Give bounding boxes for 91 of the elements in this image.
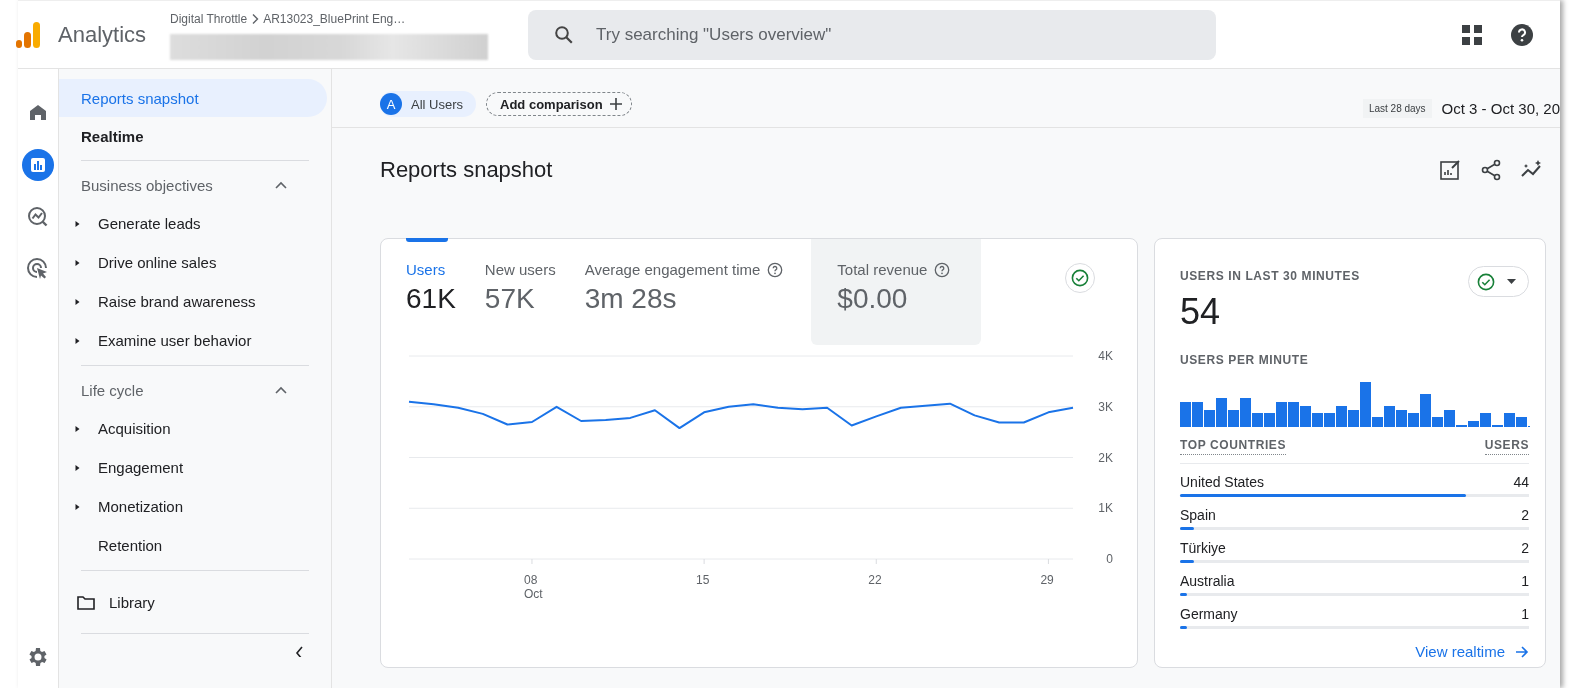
metric-label: Average engagement time (584, 261, 761, 278)
help-icon[interactable] (934, 261, 951, 278)
date-range-picker[interactable]: Oct 3 - Oct 30, 20 (1441, 99, 1560, 117)
nav-item[interactable]: Acquisition (98, 420, 171, 437)
edit-report-icon[interactable] (1438, 158, 1462, 182)
analytics-logo-icon (16, 19, 42, 50)
metric-tab[interactable]: Users 61K (403, 239, 482, 345)
axis-label: 08 Oct (523, 573, 543, 601)
axis-label: 1K (1098, 501, 1113, 516)
product-name: Analytics (58, 21, 148, 48)
date-preset-label: Last 28 days (1362, 98, 1432, 118)
nav-item[interactable]: Examine user behavior (98, 332, 252, 349)
expand-arrow-icon[interactable] (74, 336, 81, 345)
axis-label: 3K (1098, 399, 1113, 414)
selected-indicator (406, 238, 448, 242)
country-name: Australia (1180, 573, 1235, 591)
nav-item[interactable]: Raise brand awareness (98, 293, 256, 310)
axis-label: 0 (1106, 552, 1113, 566)
apps-grid-icon[interactable] (1462, 24, 1482, 45)
nav-item[interactable]: Monetization (98, 498, 184, 515)
user-count: 44 (1513, 474, 1529, 492)
status-button[interactable] (1065, 263, 1095, 293)
metric-label: New users (484, 261, 556, 278)
chart-title: USERS PER MINUTE (1180, 353, 1310, 367)
expand-arrow-icon[interactable] (74, 258, 81, 267)
view-realtime-link[interactable]: View realtime (1180, 643, 1529, 660)
bar (1180, 402, 1191, 427)
metric-value: 61K (406, 283, 456, 315)
metric-label: Users (406, 261, 446, 278)
column-header: USERS (1484, 438, 1529, 455)
segment-chip[interactable]: A All Users (380, 91, 476, 117)
expand-arrow-icon[interactable] (74, 219, 81, 228)
check-circle-icon (1477, 272, 1495, 291)
metric-value: 3m 28s (584, 283, 678, 315)
plus-icon (608, 97, 623, 111)
country-name: Spain (1180, 507, 1216, 525)
card-title: USERS IN LAST 30 MINUTES (1180, 269, 1360, 283)
expand-arrow-icon[interactable] (74, 502, 81, 511)
user-count: 1 (1521, 573, 1529, 591)
expand-arrow-icon[interactable] (74, 463, 81, 472)
chevron-right-icon (250, 13, 261, 25)
country-name: Türkiye (1180, 540, 1226, 558)
bar (1288, 402, 1299, 427)
share-icon[interactable] (1479, 158, 1503, 182)
nav-item[interactable]: Reports snapshot (59, 79, 327, 117)
help-icon[interactable] (767, 261, 784, 278)
chevron-up-icon (275, 386, 287, 394)
arrow-right-icon (1515, 644, 1529, 659)
metric-value: 57K (484, 283, 536, 315)
segment-badge: A (380, 93, 402, 115)
breadcrumb-link[interactable]: AR13023_BluePrint Eng… (263, 12, 406, 26)
nav-item[interactable]: Generate leads (98, 215, 201, 232)
caret-down-icon (1507, 279, 1516, 284)
nav-item[interactable]: Engagement (98, 459, 184, 476)
status-dropdown[interactable] (1468, 266, 1529, 297)
axis-label: 29 (1040, 573, 1054, 587)
search-field[interactable]: Try searching "Users overview" (528, 9, 1216, 60)
user-count: 2 (1521, 507, 1529, 525)
chevron-up-icon (275, 181, 287, 189)
axis-label: 4K (1098, 349, 1113, 363)
user-count: 2 (1521, 540, 1529, 558)
metric-tab[interactable]: New users 57K (481, 239, 582, 345)
section-header[interactable]: Life cycle (59, 371, 287, 409)
folder-icon (77, 594, 95, 610)
nav-item[interactable]: Library (109, 593, 155, 611)
axis-label: 22 (868, 573, 882, 587)
axis-label: 2K (1098, 450, 1113, 465)
page-title: Reports snapshot (380, 157, 553, 183)
country-name: United States (1180, 474, 1265, 492)
bar-chart-icon[interactable] (22, 149, 54, 181)
expand-arrow-icon[interactable] (74, 424, 81, 433)
metric-value: $0.00 (837, 283, 909, 315)
section-header[interactable]: Business objectives (59, 166, 287, 204)
expand-arrow-icon[interactable] (74, 297, 81, 306)
bar (1396, 410, 1407, 427)
column-header: TOP COUNTRIES (1180, 438, 1287, 455)
check-circle-icon (1071, 269, 1089, 287)
breadcrumb-link[interactable]: Digital Throttle (170, 12, 248, 26)
country-name: Germany (1180, 606, 1238, 624)
metric-tab[interactable]: Total revenue $0.00 (811, 239, 982, 345)
nav-item[interactable]: Realtime (59, 117, 307, 155)
metric-tab[interactable]: Average engagement time 3m 28s (581, 239, 810, 345)
nav-item[interactable]: Drive online sales (98, 254, 217, 271)
realtime-user-count: 54 (1180, 291, 1222, 333)
metric-label: Total revenue (837, 261, 928, 278)
nav-item[interactable]: Retention (98, 537, 163, 554)
collapse-chevron-icon[interactable] (294, 645, 304, 657)
search-icon (554, 24, 574, 45)
axis-label: 15 (696, 573, 710, 587)
help-icon[interactable] (1510, 22, 1534, 47)
user-count: 1 (1521, 606, 1529, 624)
